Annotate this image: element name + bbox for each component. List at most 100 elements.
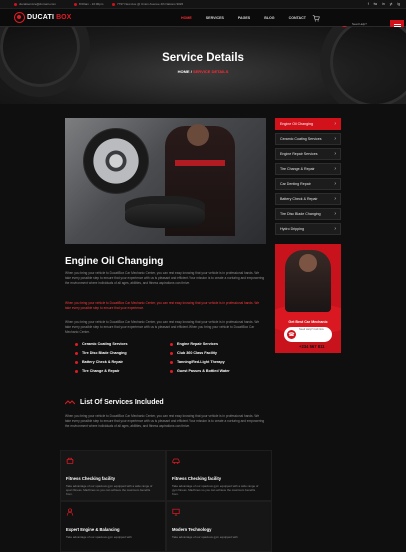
chevron-right-icon: › [334, 136, 336, 142]
sidebar-item-label: Battery Check & Repair [280, 197, 318, 201]
breadcrumb-separator: / [190, 69, 192, 74]
list-heading-text: List Of Services Included [80, 399, 164, 406]
sidebar-item-engine-oil[interactable]: Engine Oil Changing › [275, 118, 341, 130]
service-description: When you bring your vehicle to DucatiBox… [65, 271, 265, 286]
page-title: Service Details [162, 52, 244, 64]
hero-bg-tire [320, 27, 406, 104]
chevron-right-icon: › [334, 196, 336, 202]
email-info[interactable]: ducatiservice@domain.com [14, 2, 56, 6]
hours-info: 8:00am - 10:00pm [74, 2, 103, 6]
feature-card-desc: Take advantage of our spacious gym equip… [172, 535, 238, 539]
sidebar-item-engine-repair[interactable]: Engine Repair Services › [275, 148, 341, 160]
nav-item-services[interactable]: SERVICES [201, 9, 229, 27]
list-item: Guest Passes & Bottled Water [170, 369, 265, 373]
breadcrumb-home[interactable]: HOME [178, 69, 190, 74]
chevron-right-icon: › [334, 166, 336, 172]
feature-card-title: Expert Engine & Balancing [66, 527, 120, 532]
sidebar-item-label: Tire Change & Repair [280, 167, 315, 171]
feature-card-desc: Take advantage of our spacious gym equip… [66, 535, 132, 539]
list-item: Tire Disc Blade Changing [75, 351, 170, 355]
bullet-icon [170, 342, 173, 346]
service-title: Engine Oil Changing [65, 256, 164, 267]
linkedin-icon[interactable]: in [382, 2, 385, 6]
contact-promo-card: Get Best Car Mechanic ☎ Need Help? Call … [275, 244, 341, 353]
tech-icon [172, 508, 180, 516]
logo-text-accent: BOX [56, 14, 72, 21]
feature-card: Modern Technology Take advantage of our … [166, 501, 272, 552]
twitter-icon[interactable]: tw [374, 2, 377, 6]
bullet-icon [75, 342, 78, 346]
list-item: Tire Change & Repair [75, 369, 170, 373]
mechanic-icon [66, 508, 74, 516]
nav-item-contact[interactable]: CONTACT [284, 9, 311, 27]
service-description-2: When you bring your vehicle to DucatiBox… [65, 320, 260, 335]
facebook-icon[interactable]: f [368, 2, 369, 6]
logo-text-primary: DUCATI [27, 14, 55, 21]
list-item: Engine Repair Services [170, 342, 265, 346]
sidebar-item-hydro[interactable]: Hydro Dripping › [275, 223, 341, 235]
mail-icon [14, 2, 17, 6]
nav-item-blog[interactable]: BLOG [259, 9, 279, 27]
service-main-image [65, 118, 266, 244]
breadcrumb-current: SERVICE DETAILS [192, 69, 229, 74]
service-highlight: When you bring your vehicle to DucatiBox… [65, 301, 260, 311]
sidebar-item-label: Hydro Dripping [280, 227, 304, 231]
list-item: Tanning/Red-Light Therapy [170, 360, 265, 364]
tire-stack-illustration [125, 204, 205, 228]
list-item: Battery Check & Repair [75, 360, 170, 364]
chevron-right-icon: › [334, 226, 336, 232]
nav-item-home[interactable]: HOME [176, 9, 197, 27]
chevron-right-icon: › [334, 151, 336, 157]
sidebar-item-ceramic[interactable]: Ceramic Coating Services › [275, 133, 341, 145]
car-icon [172, 458, 180, 464]
list-item: Ceramic Coating Services [75, 342, 170, 346]
feature-card: Expert Engine & Balancing Take advantage… [60, 501, 166, 552]
sidebar-item-denting[interactable]: Car Denting Repair › [275, 178, 341, 190]
youtube-icon[interactable]: yt [390, 2, 393, 6]
feature-card-desc: Take advantage of our spacious gym equip… [172, 484, 259, 497]
sidebar-item-label: Tire Disc Blade Changing [280, 212, 321, 216]
bullet-icon [170, 360, 173, 364]
bullet-icon [75, 351, 78, 355]
service-features-grid: Fitness Checking facility Take advantage… [60, 450, 272, 552]
engine-icon [66, 457, 74, 464]
sidebar-item-tire-change[interactable]: Tire Change & Repair › [275, 163, 341, 175]
list-item: Club 360 Class Facility [170, 351, 265, 355]
nav-menu: HOME SERVICES PAGES BLOG CONTACT [176, 9, 315, 27]
sidebar-item-battery[interactable]: Battery Check & Repair › [275, 193, 341, 205]
promo-phone-button[interactable]: ☎ Need Help? Call Now +234 567 811 [284, 327, 332, 349]
address-text: 7797 New Ave @ Union Avenue 4th Nations … [117, 2, 184, 6]
sidebar-item-label: Car Denting Repair [280, 182, 311, 186]
chevron-right-icon: › [334, 211, 336, 217]
sidebar-item-disc-blade[interactable]: Tire Disc Blade Changing › [275, 208, 341, 220]
feature-card-desc: Take advantage of our spacious gym equip… [66, 484, 153, 497]
site-logo[interactable]: DUCATI BOX [14, 12, 71, 23]
wheel-illustration [83, 128, 149, 194]
email-text: ducatiservice@domain.com [19, 2, 56, 6]
bullet-icon [75, 369, 78, 373]
feature-list: Ceramic Coating Services Engine Repair S… [75, 342, 265, 373]
list-heading: List Of Services Included [65, 399, 164, 406]
feature-card-title: Fitness Checking facility [172, 476, 222, 481]
social-links: f tw in yt ig [368, 2, 400, 6]
mechanic-portrait [285, 250, 331, 312]
sidebar-item-label: Engine Oil Changing [280, 122, 313, 126]
chevron-right-icon: › [334, 181, 336, 187]
location-icon [112, 2, 115, 6]
bullet-icon [75, 360, 78, 364]
feature-card-title: Modern Technology [172, 527, 212, 532]
phone-icon: ☎ [287, 330, 296, 339]
nav-item-pages[interactable]: PAGES [233, 9, 255, 27]
instagram-icon[interactable]: ig [397, 2, 400, 6]
address-info: 7797 New Ave @ Union Avenue 4th Nations … [112, 2, 183, 6]
heading-accent-icon [65, 400, 75, 405]
feature-card: Fitness Checking facility Take advantage… [60, 450, 166, 501]
main-navbar: DUCATI BOX HOME SERVICES PAGES BLOG CONTA… [0, 9, 406, 44]
promo-phone-caption: Need Help? Call Now [299, 327, 324, 331]
cart-icon[interactable] [312, 14, 320, 22]
sidebar-item-label: Engine Repair Services [280, 152, 318, 156]
clock-icon [74, 2, 77, 6]
hours-text: 8:00am - 10:00pm [79, 2, 104, 6]
top-info-bar: ducatiservice@domain.com 8:00am - 10:00p… [0, 0, 406, 9]
page-hero: Service Details HOME / SERVICE DETAILS [0, 27, 406, 104]
